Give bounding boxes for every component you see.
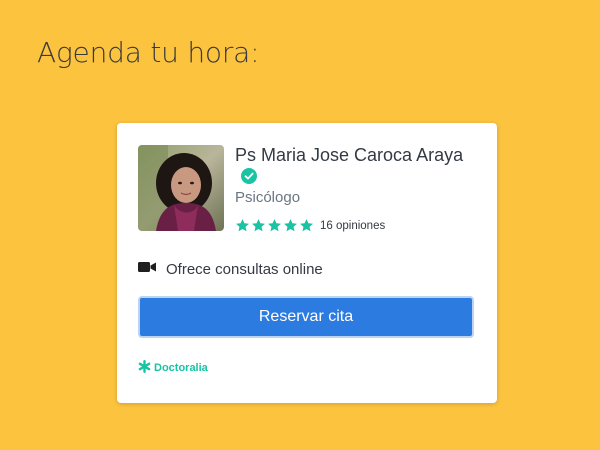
star-icon bbox=[268, 219, 281, 232]
doctor-name[interactable]: Ps Maria Jose Caroca Araya bbox=[235, 145, 475, 189]
star-icon bbox=[252, 219, 265, 232]
rating-stars bbox=[235, 218, 314, 233]
reviews-count-link[interactable]: 16 opiniones bbox=[320, 220, 385, 232]
online-consultation-row: Ofrece consultas online bbox=[138, 260, 323, 278]
brand-name: Doctoralia bbox=[154, 362, 208, 374]
rating-row[interactable]: 16 opiniones bbox=[235, 218, 385, 233]
doctor-widget-card: Ps Maria Jose Caroca Araya Psicólogo 16 … bbox=[117, 123, 497, 403]
asterisk-logo-icon bbox=[138, 360, 151, 376]
doctor-photo[interactable] bbox=[138, 145, 224, 231]
star-icon bbox=[300, 219, 313, 232]
video-camera-icon bbox=[138, 260, 156, 278]
book-appointment-button[interactable]: Reservar cita bbox=[138, 296, 474, 338]
online-consultation-label: Ofrece consultas online bbox=[166, 260, 323, 278]
star-icon bbox=[284, 219, 297, 232]
doctor-name-text[interactable]: Ps Maria Jose Caroca Araya bbox=[235, 145, 463, 165]
verified-check-icon bbox=[241, 168, 257, 189]
doctoralia-logo[interactable]: Doctoralia bbox=[138, 360, 208, 376]
page-heading: Agenda tu hora: bbox=[37, 36, 260, 69]
doctor-specialty: Psicólogo bbox=[235, 189, 301, 206]
star-icon bbox=[236, 219, 249, 232]
